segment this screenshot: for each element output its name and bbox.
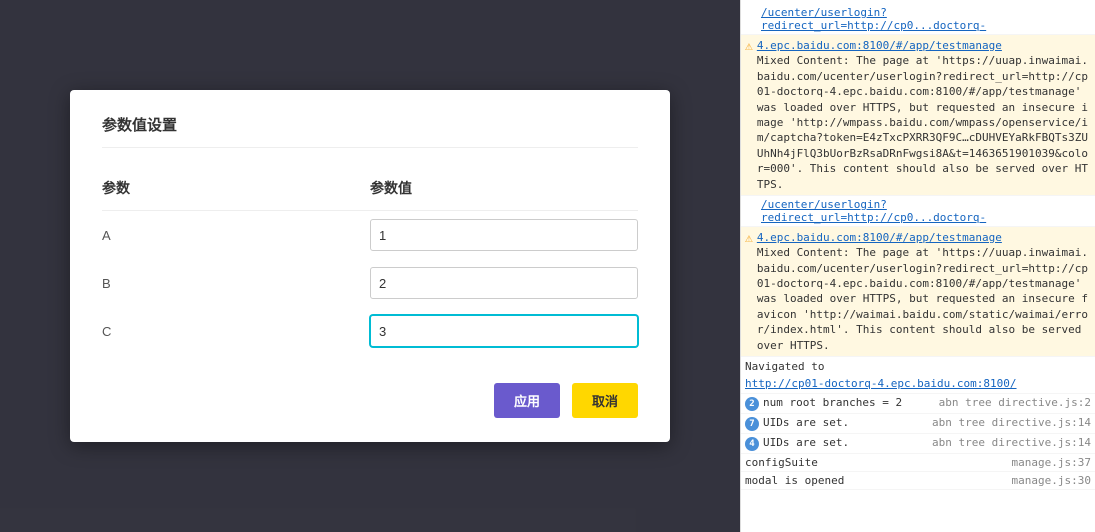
warn-icon: ⚠ <box>745 39 753 54</box>
console-link-text[interactable]: /ucenter/userlogin?redirect_url=http://c… <box>761 6 986 32</box>
console-badge: 2 <box>745 397 759 411</box>
console-file[interactable]: abn tree directive.js:2 <box>939 396 1091 409</box>
param-value-cell-b <box>370 259 638 307</box>
console-content: /ucenter/userlogin?redirect_url=http://c… <box>741 0 1095 494</box>
console-warn-1: ⚠ 4.epc.baidu.com:8100/#/app/testmanageMi… <box>741 35 1095 196</box>
col-param-header: 参数 <box>102 168 370 211</box>
modal-footer: 应用 取消 <box>102 383 638 418</box>
nav-prefix: Navigated to <box>745 360 824 373</box>
console-count-text: num root branches = 2 <box>763 396 902 409</box>
apply-button[interactable]: 应用 <box>494 383 560 418</box>
console-badge: 4 <box>745 437 759 451</box>
console-link-0: /ucenter/userlogin?redirect_url=http://c… <box>741 4 1095 35</box>
param-value-cell-a <box>370 211 638 260</box>
form-row-c: C <box>102 307 638 355</box>
param-input-c[interactable] <box>370 315 638 347</box>
console-count-text: modal is opened <box>745 474 844 487</box>
param-label-c: C <box>102 307 370 355</box>
nav-link[interactable]: http://cp01-doctorq-4.epc.baidu.com:8100… <box>745 377 1017 390</box>
col-value-header: 参数值 <box>370 168 638 211</box>
param-input-b[interactable] <box>370 267 638 299</box>
console-count-5: 2 num root branches = 2 abn tree directive… <box>741 394 1095 414</box>
warn-icon: ⚠ <box>745 231 753 246</box>
param-label-a: A <box>102 211 370 260</box>
console-count-9: modal is opened manage.js:30 <box>741 472 1095 490</box>
param-label-b: B <box>102 259 370 307</box>
modal-title: 参数值设置 <box>102 114 638 148</box>
console-link-text[interactable]: /ucenter/userlogin?redirect_url=http://c… <box>761 198 986 224</box>
console-nav-4: Navigated to http://cp01-doctorq-4.epc.b… <box>741 357 1095 394</box>
console-file[interactable]: manage.js:30 <box>1012 474 1091 487</box>
console-warn-3: ⚠ 4.epc.baidu.com:8100/#/app/testmanageMi… <box>741 227 1095 357</box>
param-value-cell-c <box>370 307 638 355</box>
param-input-a[interactable] <box>370 219 638 251</box>
modal-dialog: 参数值设置 参数 参数值 ABC 应用 取消 <box>70 90 670 442</box>
console-count-text: configSuite <box>745 456 818 469</box>
param-table: 参数 参数值 ABC <box>102 168 638 355</box>
console-count-6: 7 UIDs are set. abn tree directive.js:14 <box>741 414 1095 434</box>
console-link-2: /ucenter/userlogin?redirect_url=http://c… <box>741 196 1095 227</box>
console-count-7: 4 UIDs are set. abn tree directive.js:14 <box>741 434 1095 454</box>
left-panel: 参数值设置 参数 参数值 ABC 应用 取消 <box>0 0 740 532</box>
form-row-b: B <box>102 259 638 307</box>
modal-overlay: 参数值设置 参数 参数值 ABC 应用 取消 <box>0 0 740 532</box>
console-file[interactable]: abn tree directive.js:14 <box>932 416 1091 429</box>
console-badge: 7 <box>745 417 759 431</box>
console-count-text: UIDs are set. <box>763 416 849 429</box>
cancel-button[interactable]: 取消 <box>572 383 638 418</box>
console-panel: /ucenter/userlogin?redirect_url=http://c… <box>740 0 1095 532</box>
form-row-a: A <box>102 211 638 260</box>
console-file[interactable]: manage.js:37 <box>1012 456 1091 469</box>
warn-text: 4.epc.baidu.com:8100/#/app/testmanageMix… <box>757 38 1091 192</box>
console-file[interactable]: abn tree directive.js:14 <box>932 436 1091 449</box>
warn-text: 4.epc.baidu.com:8100/#/app/testmanageMix… <box>757 230 1091 353</box>
console-count-text: UIDs are set. <box>763 436 849 449</box>
console-count-8: configSuite manage.js:37 <box>741 454 1095 472</box>
